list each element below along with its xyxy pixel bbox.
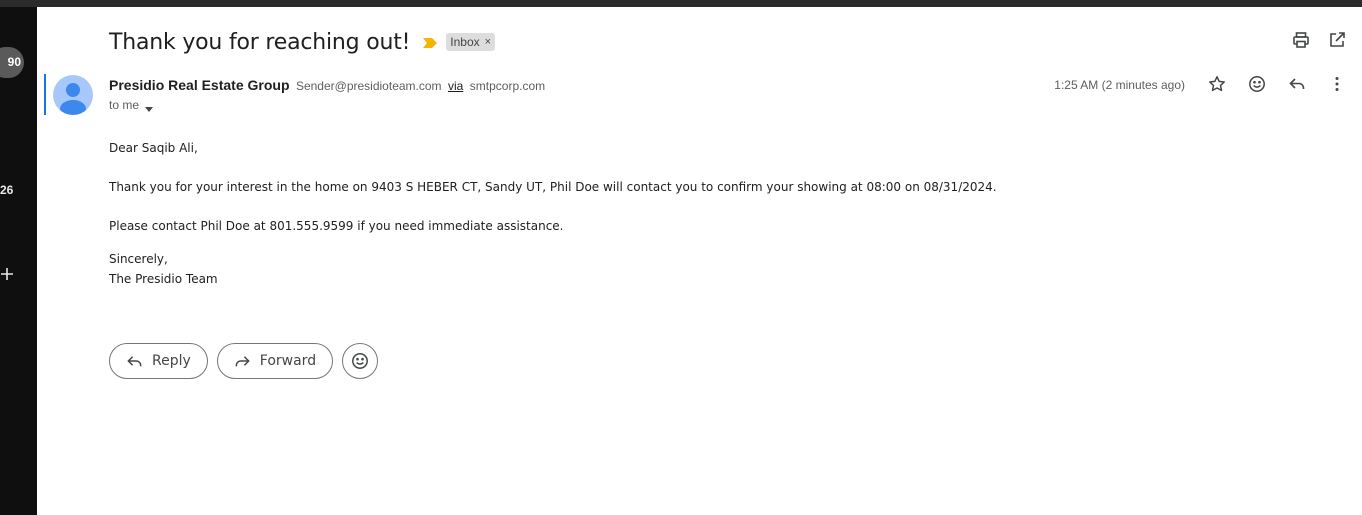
sender-line: Presidio Real Estate Group Sender@presid… xyxy=(109,77,545,95)
plus-icon[interactable] xyxy=(0,267,14,287)
via-link[interactable]: via xyxy=(448,79,463,93)
label-text: Inbox xyxy=(450,35,480,49)
star-icon[interactable] xyxy=(1208,75,1226,93)
forward-icon xyxy=(235,355,250,366)
emoji-reaction-button[interactable] xyxy=(342,343,379,379)
forward-button[interactable]: Forward xyxy=(216,343,334,379)
body-greeting: Dear Saqib Ali, xyxy=(109,141,198,155)
email-view: Thank you for reaching out! Inbox × Pres… xyxy=(37,7,1362,515)
top-bar xyxy=(0,0,1362,7)
remove-label-icon[interactable]: × xyxy=(485,36,491,48)
subject-row: Thank you for reaching out! Inbox × xyxy=(109,27,496,57)
message-time: 1:25 AM (2 minutes ago) xyxy=(1054,78,1185,92)
inbox-label-chip[interactable]: Inbox × xyxy=(446,33,496,51)
more-vert-icon[interactable] xyxy=(1328,75,1346,93)
via-domain: smtpcorp.com xyxy=(469,79,546,93)
forward-label: Forward xyxy=(259,353,317,369)
importance-marker-icon[interactable] xyxy=(422,36,438,48)
reply-button[interactable]: Reply xyxy=(109,343,208,379)
reply-icon[interactable] xyxy=(1288,75,1306,93)
avatar-icon[interactable] xyxy=(53,75,93,115)
body-signature: The Presidio Team xyxy=(109,272,218,286)
message-focus-indicator xyxy=(44,74,46,115)
body-paragraph-1: Thank you for your interest in the home … xyxy=(109,180,997,194)
emoji-icon xyxy=(352,353,369,369)
sender-name[interactable]: Presidio Real Estate Group xyxy=(109,77,290,93)
chevron-down-icon[interactable] xyxy=(145,102,154,112)
recipient-line[interactable]: to me xyxy=(109,98,154,112)
left-rail: 90 26 xyxy=(0,7,37,515)
reply-label: Reply xyxy=(152,353,191,369)
sender-email[interactable]: Sender@presidioteam.com xyxy=(296,79,442,93)
message-actions xyxy=(1208,75,1346,93)
rail-count[interactable]: 26 xyxy=(0,183,13,197)
rail-unread-badge[interactable]: 90 xyxy=(0,47,24,78)
recipient-text: to me xyxy=(109,98,140,112)
email-body: Dear Saqib Ali, Thank you for your inter… xyxy=(109,138,1209,289)
reply-actions: Reply Forward xyxy=(109,343,379,379)
print-icon[interactable] xyxy=(1292,31,1310,49)
body-closing: Sincerely, xyxy=(109,252,168,266)
email-subject: Thank you for reaching out! xyxy=(109,29,411,55)
reply-icon xyxy=(127,355,142,366)
thread-actions xyxy=(1292,31,1346,49)
open-in-new-window-icon[interactable] xyxy=(1328,31,1346,49)
emoji-icon[interactable] xyxy=(1248,75,1266,93)
body-paragraph-2: Please contact Phil Doe at 801.555.9599 … xyxy=(109,219,564,233)
